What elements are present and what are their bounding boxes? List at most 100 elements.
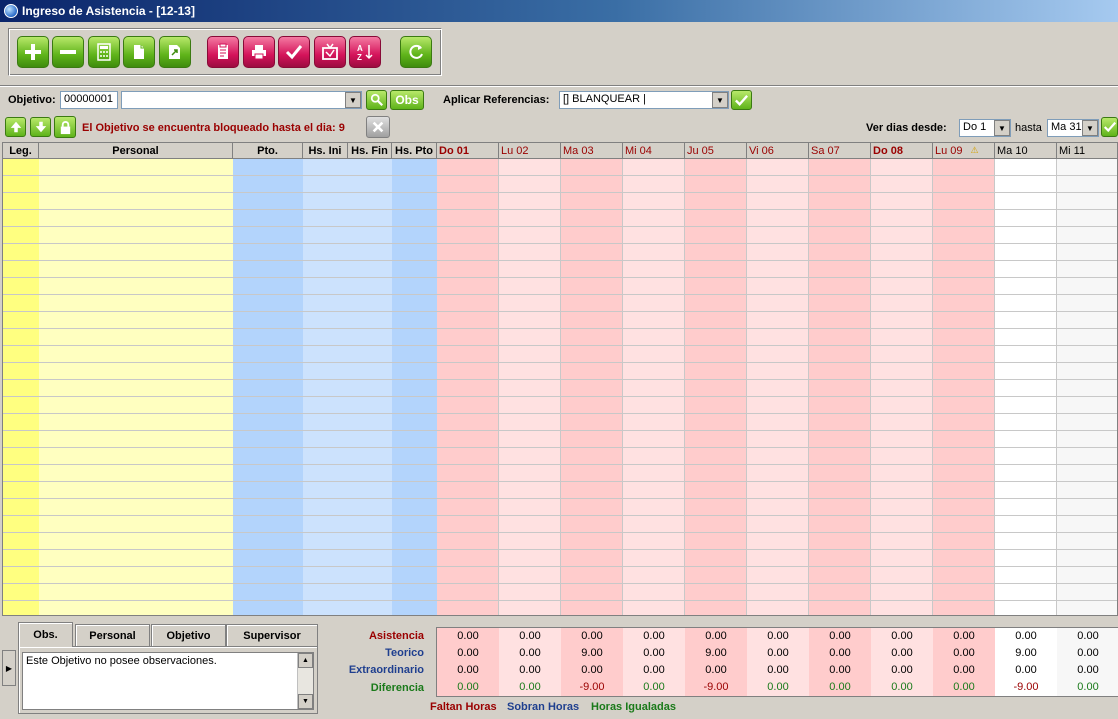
header-day-label: Do 08 (873, 144, 903, 157)
header-day[interactable]: Ma 03 (561, 143, 623, 159)
header-day[interactable]: Ma 10 (995, 143, 1057, 159)
summary-cell: 0.00 (747, 662, 809, 679)
summary-cell: 0.00 (809, 628, 871, 645)
header-pto[interactable]: Pto. (233, 143, 303, 159)
objetivo-combo[interactable] (121, 91, 362, 109)
summary-cell: 0.00 (933, 662, 995, 679)
tv-button[interactable] (314, 36, 346, 68)
summary-cell: 0.00 (561, 628, 623, 645)
desde-value: Do 1 (963, 121, 987, 133)
check-button[interactable] (278, 36, 310, 68)
report-button[interactable] (207, 36, 239, 68)
column-day (809, 143, 871, 615)
header-day[interactable]: Sa 07 (809, 143, 871, 159)
tab-objetivo[interactable]: Objetivo (151, 624, 226, 646)
checkmark-icon (1103, 121, 1116, 133)
desde-dropdown-arrow[interactable]: ▼ (994, 120, 1010, 136)
header-day[interactable]: Do 01 (437, 143, 499, 159)
summary-cell: 0.00 (809, 662, 871, 679)
summary-label: Extraordinario (348, 664, 424, 676)
scroll-up-button[interactable]: ▲ (298, 653, 313, 668)
calculator-button[interactable] (88, 36, 120, 68)
svg-text:Z: Z (357, 53, 362, 62)
observations-textarea[interactable]: Este Objetivo no posee observaciones. ▲ … (22, 652, 314, 710)
column-leg (3, 143, 39, 615)
summary-cell: 0.00 (871, 628, 933, 645)
apply-range-button[interactable] (1101, 117, 1118, 137)
summary-cell: 0.00 (623, 679, 685, 696)
summary-cell: 0.00 (499, 628, 561, 645)
sort-button[interactable]: AZ (349, 36, 381, 68)
minus-icon (60, 50, 76, 54)
calculator-icon (97, 43, 111, 61)
header-day[interactable]: Mi 04 (623, 143, 685, 159)
checkmark-icon (285, 45, 303, 60)
tab-supervisor[interactable]: Supervisor (226, 624, 318, 646)
header-day-label: Ma 10 (997, 144, 1028, 157)
arrow-down-icon (35, 121, 46, 133)
tab-obs[interactable]: Obs. (18, 622, 73, 647)
summary-cell: 0.00 (933, 645, 995, 662)
tab-personal[interactable]: Personal (75, 624, 150, 646)
column-day (933, 143, 995, 615)
lock-icon (60, 120, 70, 134)
header-hs-ini[interactable]: Hs. Ini (303, 143, 348, 159)
summary-cell: 0.00 (747, 679, 809, 696)
summary-cell: 0.00 (1057, 679, 1118, 696)
header-hs-pto[interactable]: Hs. Pto (392, 143, 437, 159)
column-day (747, 143, 809, 615)
header-day[interactable]: Vi 06 (747, 143, 809, 159)
observations-scrollbar[interactable]: ▲ ▼ (297, 653, 313, 709)
header-day-label: Mi 11 (1059, 144, 1086, 157)
header-day[interactable]: Lu 09 ⚠ (933, 143, 995, 159)
header-day-label: Vi 06 (749, 144, 774, 157)
move-down-button[interactable] (30, 117, 51, 137)
summary-cell: 0.00 (623, 662, 685, 679)
referencias-combo[interactable]: [] BLANQUEAR | (559, 91, 729, 109)
hasta-dropdown-arrow[interactable]: ▼ (1082, 120, 1098, 136)
header-leg[interactable]: Leg. (3, 143, 39, 159)
header-day[interactable]: Ju 05 (685, 143, 747, 159)
summary-cell: 0.00 (995, 628, 1057, 645)
summary-table: 0.00 0.00 0.00 0.00 0.00 0.00 0.00 0.00 0.00 0.00… (436, 627, 1118, 697)
copy-icon (134, 45, 144, 59)
observations-panel: Este Objetivo no posee observaciones. ▲ … (18, 646, 318, 714)
objetivo-label: Objetivo: (8, 94, 56, 106)
summary-cell: 0.00 (561, 662, 623, 679)
header-hs-fin[interactable]: Hs. Fin (348, 143, 392, 159)
chevron-down-icon: ▼ (998, 123, 1006, 133)
chevron-right-icon: ▶ (5, 663, 13, 673)
apply-referencias-button[interactable] (731, 90, 752, 110)
header-personal[interactable]: Personal (39, 143, 233, 159)
summary-cell: 0.00 (747, 628, 809, 645)
summary-cell: 0.00 (1057, 645, 1118, 662)
attendance-grid[interactable]: Leg. Personal Pto. Hs. Ini Hs. Fin Hs. Pto Do … (2, 142, 1118, 616)
move-up-button[interactable] (5, 117, 26, 137)
remove-button[interactable] (52, 36, 84, 68)
scroll-down-button[interactable]: ▼ (298, 694, 313, 709)
copy-button[interactable] (123, 36, 155, 68)
clear-button[interactable] (366, 116, 390, 138)
obs-button[interactable]: Obs (390, 90, 424, 110)
legend-item: Sobran Horas (507, 701, 580, 713)
header-day-label: Lu 02 (501, 144, 529, 157)
print-button[interactable] (243, 36, 275, 68)
summary-cell: 0.00 (933, 679, 995, 696)
referencias-label: Aplicar Referencias: (443, 94, 550, 106)
column-day (1057, 143, 1117, 615)
header-day[interactable]: Mi 11 (1057, 143, 1117, 159)
add-button[interactable] (17, 36, 49, 68)
lock-button[interactable] (54, 116, 76, 138)
referencias-dropdown-arrow[interactable]: ▼ (712, 92, 728, 108)
search-button[interactable] (366, 90, 387, 110)
hasta-label: hasta (1015, 122, 1042, 134)
summary-label: Asistencia (368, 630, 424, 642)
refresh-button[interactable] (400, 36, 432, 68)
header-day[interactable]: Lu 02 (499, 143, 561, 159)
objetivo-code-input[interactable]: 00000001 (60, 91, 118, 109)
export-button[interactable] (159, 36, 191, 68)
summary-cell: 0.00 (685, 628, 747, 645)
header-day[interactable]: Do 08 (871, 143, 933, 159)
expand-panel-button[interactable]: ▶ (2, 650, 16, 686)
objetivo-dropdown-arrow[interactable]: ▼ (345, 92, 361, 108)
